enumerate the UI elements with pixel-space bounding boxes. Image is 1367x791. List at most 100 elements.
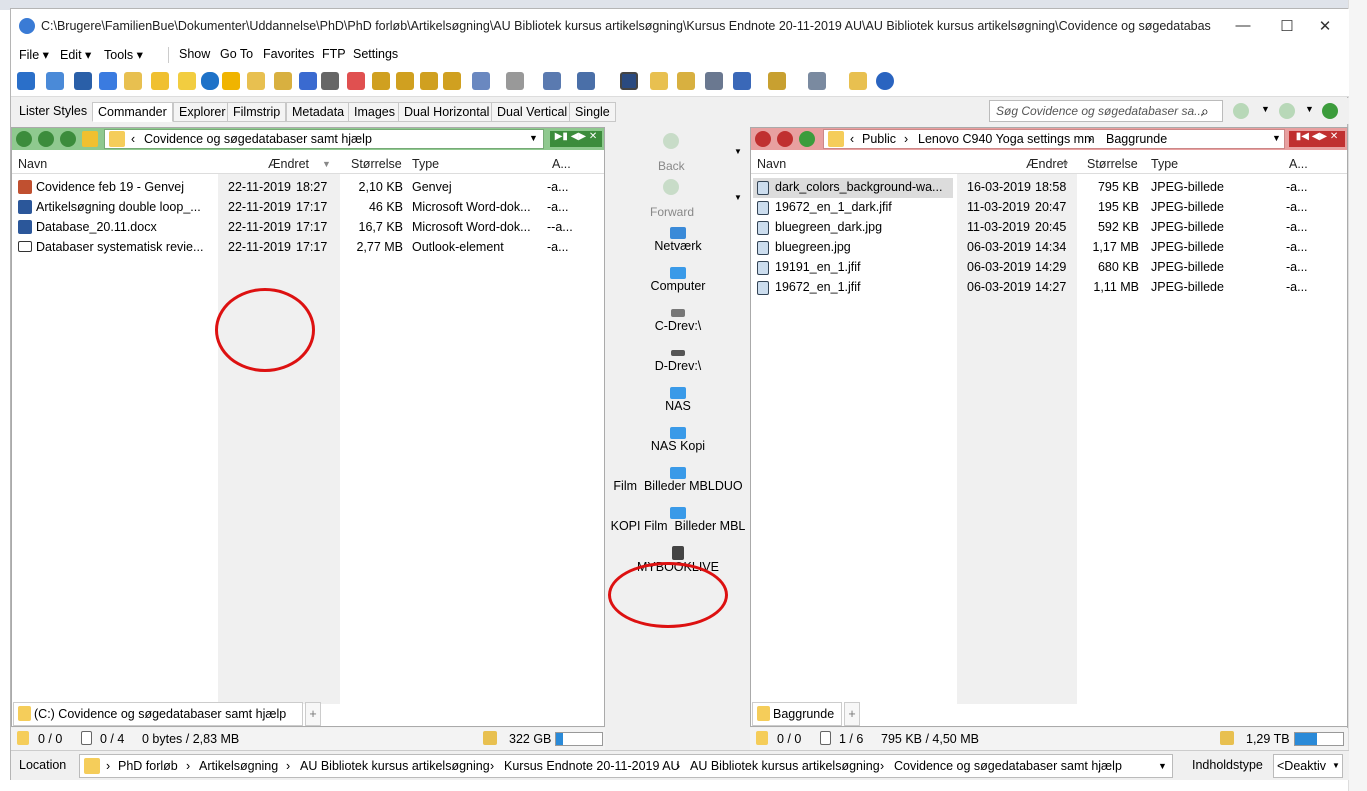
back-icon[interactable] xyxy=(663,133,679,149)
left-pane-controls-icon[interactable]: ▶▮ ◀▶ ✕ xyxy=(550,131,602,147)
dual-pane-icon[interactable] xyxy=(46,72,64,90)
right-crumb-lenovo[interactable]: Lenovo C940 Yoga settings mm xyxy=(918,132,1095,146)
list-item[interactable]: 19191_en_1.jfif 06-03-2019 14:29 680 KB … xyxy=(751,258,1347,278)
left-path-dropdown-icon[interactable]: ▼ xyxy=(529,133,538,143)
sync-icon[interactable] xyxy=(733,72,751,90)
key-icon-4[interactable] xyxy=(443,72,461,90)
tab-metadata[interactable]: Metadata xyxy=(286,102,351,122)
tab-explorer[interactable]: Explorer xyxy=(173,102,232,122)
col-name[interactable]: Navn xyxy=(18,157,47,171)
nav-back-dropdown-icon[interactable]: ▼ xyxy=(1261,104,1270,114)
nav-item-d-drive[interactable]: D-Drev:\ xyxy=(608,345,748,381)
right-path-field[interactable]: ‹ Public › Lenovo C940 Yoga settings mm … xyxy=(823,129,1285,149)
key-icon-1[interactable] xyxy=(372,72,390,90)
forward-label[interactable]: Forward xyxy=(650,205,694,219)
nav-item-network[interactable]: Netværk xyxy=(608,225,748,261)
minimize-button[interactable]: — xyxy=(1233,17,1253,35)
calculator-icon[interactable] xyxy=(74,72,92,90)
left-folder-tab[interactable]: (C:) Covidence og søgedatabaser samt hjæ… xyxy=(13,702,303,726)
left-back-icon[interactable] xyxy=(16,131,32,147)
tab-single[interactable]: Single xyxy=(569,102,616,122)
list-item[interactable]: 19672_en_1.jfif 06-03-2019 14:27 1,11 MB… xyxy=(751,278,1347,298)
right-back-icon[interactable] xyxy=(755,131,771,147)
col-type[interactable]: Type xyxy=(1151,157,1178,171)
nav-forward-dropdown-icon[interactable]: ▼ xyxy=(1305,104,1314,114)
menu-settings[interactable]: Settings xyxy=(353,47,398,61)
nav-forward-icon[interactable] xyxy=(1279,103,1295,119)
menu-ftp[interactable]: FTP xyxy=(322,47,346,61)
list-item[interactable]: 19672_en_1_dark.jfif 11-03-2019 20:47 19… xyxy=(751,198,1347,218)
col-modified[interactable]: Ændret xyxy=(268,157,309,171)
location-crumb[interactable]: AU Bibliotek kursus artikelsøgning xyxy=(690,759,880,773)
list-item[interactable]: Artikelsøgning double loop_... 22-11-201… xyxy=(12,198,604,218)
tab-filmstrip[interactable]: Filmstrip xyxy=(227,102,287,122)
col-type[interactable]: Type xyxy=(412,157,439,171)
car-icon[interactable] xyxy=(321,72,339,90)
left-forward-icon[interactable] xyxy=(38,131,54,147)
favorite-folder-icon[interactable] xyxy=(151,72,169,90)
nav-back-icon[interactable] xyxy=(1233,103,1249,119)
left-favorite-icon[interactable] xyxy=(82,131,98,147)
nav-item-film-billeder[interactable]: Film Billeder MBLDUO xyxy=(608,465,748,501)
close-window-button[interactable]: ✕ xyxy=(1315,17,1335,35)
right-pane-controls-icon[interactable]: ▮◀ ◀▶ ✕ xyxy=(1289,131,1345,147)
tab-dual-horizontal[interactable]: Dual Horizontal xyxy=(398,102,496,122)
refresh-icon[interactable] xyxy=(17,72,35,90)
location-crumb[interactable]: Covidence og søgedatabaser samt hjælp xyxy=(894,759,1122,773)
col-attr[interactable]: A... xyxy=(552,157,571,171)
dual-view-icon[interactable] xyxy=(620,72,638,90)
search-icon[interactable]: ⌕ xyxy=(1201,103,1209,120)
back-dropdown-icon[interactable]: ▼ xyxy=(734,147,742,156)
menu-edit[interactable]: Edit ▾ xyxy=(60,47,91,62)
tools-icon[interactable] xyxy=(705,72,723,90)
page-refresh-icon[interactable] xyxy=(543,72,561,90)
back-label[interactable]: Back xyxy=(658,159,685,173)
edit-folder-icon[interactable] xyxy=(274,72,292,90)
maximize-button[interactable]: ☐ xyxy=(1277,17,1297,35)
rename-icon[interactable] xyxy=(768,72,786,90)
forward-icon[interactable] xyxy=(663,179,679,195)
location-crumb[interactable]: Kursus Endnote 20-11-2019 AU xyxy=(504,759,680,773)
copy-icon[interactable] xyxy=(472,72,490,90)
right-crumb-public[interactable]: Public xyxy=(862,132,896,146)
col-size[interactable]: Størrelse xyxy=(351,157,402,171)
folder-check-icon[interactable] xyxy=(247,72,265,90)
no-pictures-icon[interactable] xyxy=(347,72,365,90)
col-name[interactable]: Navn xyxy=(757,157,786,171)
list-item[interactable]: Database_20.11.docx 22-11-2019 17:17 16,… xyxy=(12,218,604,238)
list-item-selected[interactable]: dark_colors_background-wa... 16-03-2019 … xyxy=(751,178,1347,198)
help-icon[interactable] xyxy=(876,72,894,90)
key-icon-3[interactable] xyxy=(420,72,438,90)
search-input[interactable]: Søg Covidence og søgedatabaser sa... xyxy=(989,100,1223,122)
menu-favorites[interactable]: Favorites xyxy=(263,47,314,61)
col-attr[interactable]: A... xyxy=(1289,157,1308,171)
list-item[interactable]: Covidence feb 19 - Genvej 22-11-2019 18:… xyxy=(12,178,604,198)
right-up-icon[interactable] xyxy=(799,131,815,147)
right-folder-tab[interactable]: Baggrunde xyxy=(752,702,842,726)
right-forward-icon[interactable] xyxy=(777,131,793,147)
right-path-dropdown-icon[interactable]: ▼ xyxy=(1272,133,1281,143)
list-item[interactable]: bluegreen_dark.jpg 11-03-2019 20:45 592 … xyxy=(751,218,1347,238)
forward-dropdown-icon[interactable]: ▼ xyxy=(734,193,742,202)
onedrive-icon[interactable] xyxy=(201,72,219,90)
tab-images[interactable]: Images xyxy=(348,102,401,122)
music-icon[interactable] xyxy=(299,72,317,90)
tab-commander[interactable]: Commander xyxy=(92,102,173,122)
right-add-tab-button[interactable]: + xyxy=(844,702,860,726)
location-crumb[interactable]: PhD forløb xyxy=(118,759,178,773)
nav-up-icon[interactable] xyxy=(1322,103,1338,119)
folder-add-icon[interactable] xyxy=(650,72,668,90)
nav-item-c-drive[interactable]: C-Drev:\ xyxy=(608,305,748,341)
nav-item-kopi-film[interactable]: KOPI Film Billeder MBL xyxy=(608,505,748,541)
nav-item-computer[interactable]: Computer xyxy=(608,265,748,301)
left-up-icon[interactable] xyxy=(60,131,76,147)
key-icon-2[interactable] xyxy=(396,72,414,90)
list-item[interactable]: Databaser systematisk revie... 22-11-201… xyxy=(12,238,604,258)
right-crumb-baggrunde[interactable]: Baggrunde xyxy=(1106,132,1167,146)
download-arrow-icon[interactable] xyxy=(99,72,117,90)
layout-icon[interactable] xyxy=(808,72,826,90)
location-crumb[interactable]: AU Bibliotek kursus artikelsøgning xyxy=(300,759,490,773)
left-add-tab-button[interactable]: + xyxy=(305,702,321,726)
left-path-field[interactable]: ‹ Covidence og søgedatabaser samt hjælp … xyxy=(104,129,544,149)
google-drive-icon[interactable] xyxy=(222,72,240,90)
